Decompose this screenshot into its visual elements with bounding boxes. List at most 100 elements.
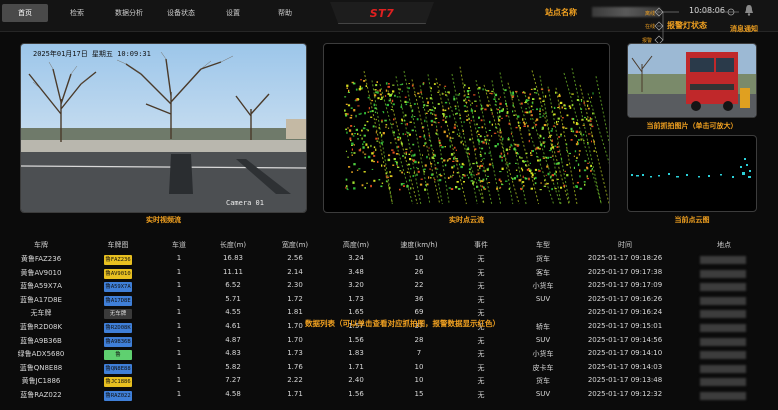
tab-search[interactable]: 检索 [54, 4, 100, 22]
cell-speed: 10 [414, 376, 424, 385]
cell-location [700, 378, 746, 387]
cell-event: 无 [477, 350, 485, 359]
cell-lane: 1 [176, 267, 182, 276]
tab-settings[interactable]: 设置 [210, 4, 256, 22]
cell-type: 小货车 [532, 350, 554, 359]
table-row[interactable]: 蓝鲁QN8E88 1 5.82 1.76 1.71 10 无 皮卡车 2025-01-17 09… [0, 363, 778, 377]
cell-length: 11.11 [222, 267, 244, 276]
cell-height: 2.40 [348, 376, 364, 385]
cell-height: 1.56 [348, 390, 364, 398]
cell-time: 2025-01-17 09:13:48 [587, 376, 663, 385]
cell-type: 皮卡车 [532, 363, 554, 372]
cell-location [700, 392, 746, 400]
cell-event: 无 [477, 377, 485, 386]
cell-speed: 69 [414, 308, 424, 317]
cell-type: SUV [535, 335, 551, 344]
cell-width: 1.70 [287, 335, 303, 344]
cell-width: 1.71 [287, 390, 303, 398]
live-pointcloud-panel[interactable] [323, 43, 610, 213]
cell-plate: 蓝鲁A17D8E [20, 295, 62, 304]
cell-type: 轿车 [536, 323, 550, 331]
cell-speed: 15 [414, 390, 424, 398]
cell-length: 4.58 [225, 390, 241, 398]
cell-plate: 黄鲁JC1886 [21, 377, 61, 386]
site-name-label: 站点名称 [545, 7, 577, 17]
th-plate: 车牌 [34, 241, 48, 249]
cell-width: 2.30 [287, 281, 303, 290]
cell-time: 2025-01-17 09:16:26 [587, 294, 663, 303]
cell-location [700, 337, 746, 346]
cell-height: 1.56 [348, 335, 364, 344]
live-video-panel[interactable]: 2025年01月17日 星期五 10:09:31 Camera 01 [20, 43, 307, 213]
plate-image[interactable]: 无车牌 [104, 309, 132, 320]
tab-home[interactable]: 首页 [2, 4, 48, 22]
cell-event: 无 [477, 255, 485, 263]
plate-image[interactable]: 鲁FAZ236 [104, 255, 132, 265]
tab-data-analysis[interactable]: 数据分析 [106, 4, 152, 22]
cell-width: 2.22 [287, 376, 303, 385]
table-row[interactable]: 黄鲁AV9010 1 11.11 2.14 3.48 26 无 客车 2025-01-17 09… [0, 268, 778, 282]
cell-type: 货车 [536, 377, 550, 386]
table-row[interactable]: 绿鲁ADX5680 1 4.83 1.73 1.83 7 无 小货车 2025-01-17 09… [0, 349, 778, 368]
th-lane: 车道 [172, 241, 186, 249]
cell-lane: 1 [176, 322, 182, 330]
tab-help[interactable]: 帮助 [262, 4, 308, 22]
th-speed: 速度(km/h) [400, 241, 438, 249]
cell-lane: 1 [176, 281, 182, 290]
cell-type: 客车 [536, 268, 550, 277]
plate-image[interactable]: 鲁JC1886 [104, 377, 132, 388]
cell-lane: 1 [176, 308, 182, 317]
cell-time: 2025-01-17 09:17:38 [587, 267, 663, 276]
cell-event: 无 [477, 268, 485, 277]
cell-location [700, 351, 746, 360]
plate-image[interactable]: 鲁ADX5680 [104, 350, 132, 368]
live-video-caption: 实时视频流 [146, 215, 181, 224]
cell-time: 2025-01-17 09:18:26 [587, 254, 663, 262]
cell-plate: 绿鲁ADX5680 [17, 350, 65, 359]
cell-height: 1.71 [348, 362, 364, 371]
current-pointcloud-panel[interactable] [627, 135, 757, 212]
th-plate-image: 车牌图 [107, 241, 129, 249]
cell-plate: 蓝鲁QN8E88 [19, 363, 63, 372]
th-width: 宽度(m) [281, 241, 309, 249]
cell-speed: 28 [414, 335, 424, 344]
cell-lane: 1 [176, 335, 182, 344]
plate-image[interactable]: 鲁R2D08K [104, 323, 132, 333]
snapshot-caption: 当前抓拍图片（单击可放大） [646, 121, 738, 130]
live-pointcloud-view [344, 66, 609, 205]
cell-plate: 蓝鲁RAZ022 [20, 391, 62, 399]
cell-type: SUV [535, 294, 551, 303]
cell-height: 1.83 [348, 349, 364, 358]
alarm-status-label: 报警灯状态 [667, 20, 707, 30]
cell-event: 无 [477, 363, 485, 372]
cell-type: 小货车 [532, 282, 554, 291]
table-row[interactable]: 蓝鲁RAZ022 1 4.58 1.71 1.56 15 无 SUV 2025-01-17 09… [0, 390, 778, 404]
table-row[interactable]: 蓝鲁A9B36B 1 4.87 1.70 1.56 28 无 SUV 2025-01-17 09… [0, 336, 778, 350]
tab-device-status[interactable]: 设备状态 [158, 4, 204, 22]
table-row[interactable]: 蓝鲁A59X7A 1 6.52 2.30 3.20 22 无 小货车 2025-01-17 09… [0, 281, 778, 295]
plate-image[interactable]: 鲁QN8E88 [104, 363, 132, 374]
plate-image[interactable]: 鲁AV9010 [104, 268, 132, 279]
cell-speed: 36 [414, 294, 424, 303]
cell-location [700, 296, 746, 305]
table-row[interactable]: 蓝鲁A17D8E 1 5.71 1.72 1.73 36 无 SUV 2025-01-17 09… [0, 295, 778, 309]
snapshot-panel[interactable] [627, 43, 757, 118]
cell-event: 无 [477, 295, 485, 304]
message-notice-label[interactable]: 消息通知 [730, 24, 758, 34]
plate-image[interactable]: 鲁A9B36B [104, 336, 132, 347]
cell-width: 1.81 [287, 308, 303, 317]
plate-image[interactable]: 鲁A59X7A [104, 282, 132, 293]
plate-image[interactable]: 鲁RAZ022 [104, 391, 132, 401]
cell-length: 4.87 [225, 335, 241, 344]
cell-location [700, 310, 746, 319]
cell-type: SUV [535, 390, 551, 398]
cell-height: 1.65 [348, 308, 364, 317]
table-row[interactable]: 黄鲁JC1886 1 7.27 2.22 2.40 10 无 货车 2025-01-17 09:… [0, 376, 778, 390]
plate-image[interactable]: 鲁A17D8E [104, 295, 132, 306]
cell-time: 2025-01-17 09:14:10 [587, 349, 663, 358]
video-timestamp: 2025年01月17日 星期五 10:09:31 [33, 49, 151, 58]
cell-height: 3.20 [348, 281, 364, 290]
table-row[interactable]: 黄鲁FAZ236 1 16.83 2.56 3.24 10 无 货车 2025-01-17 09… [0, 254, 778, 268]
cell-type: 货车 [536, 255, 550, 263]
th-length: 长度(m) [219, 241, 247, 249]
